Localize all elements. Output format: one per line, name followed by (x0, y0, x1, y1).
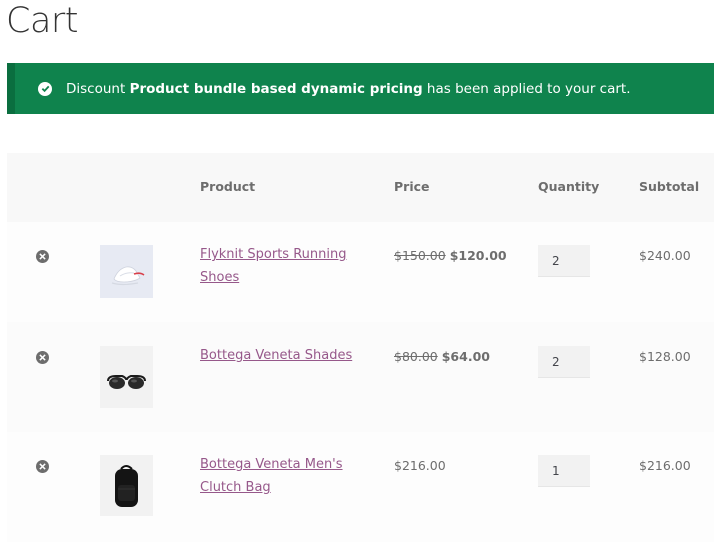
quantity-input[interactable] (538, 245, 590, 277)
table-header: Product Price Quantity Subtotal (7, 153, 714, 222)
sunglasses-image[interactable] (100, 346, 153, 408)
header-quantity: Quantity (538, 179, 600, 194)
check-circle-icon (38, 81, 52, 96)
table-row: Bottega Veneta Men's Clutch Bag $216.00 … (7, 432, 714, 542)
remove-item-icon[interactable] (36, 460, 49, 473)
notice-message: Discount Product bundle based dynamic pr… (66, 80, 631, 97)
regular-price: $150.00 (394, 248, 446, 263)
price-cell: $150.00 $120.00 (394, 248, 507, 263)
page-title: Cart (6, 1, 79, 41)
discount-name: Product bundle based dynamic pricing (129, 80, 423, 97)
product-link[interactable]: Bottega Veneta Men's Clutch Bag (200, 453, 370, 499)
regular-price: $80.00 (394, 349, 438, 364)
table-row: Bottega Veneta Shades $80.00 $64.00 $128… (7, 322, 714, 432)
product-link[interactable]: Flyknit Sports Running Shoes (200, 243, 370, 289)
subtotal-cell: $128.00 (639, 349, 691, 364)
sale-price: $120.00 (449, 248, 507, 263)
cart-table: Product Price Quantity Subtotal Flyknit … (7, 153, 714, 542)
price-cell: $80.00 $64.00 (394, 349, 490, 364)
quantity-input[interactable] (538, 455, 590, 487)
table-row: Flyknit Sports Running Shoes $150.00 $12… (7, 222, 714, 322)
header-product: Product (200, 179, 256, 194)
remove-item-icon[interactable] (36, 250, 49, 263)
running-shoes-image[interactable] (100, 245, 153, 298)
success-notice: Discount Product bundle based dynamic pr… (7, 63, 714, 114)
header-subtotal: Subtotal (639, 179, 700, 194)
header-price: Price (394, 179, 430, 194)
quantity-input[interactable] (538, 346, 590, 378)
subtotal-cell: $216.00 (639, 458, 691, 473)
backpack-image[interactable] (100, 455, 153, 516)
price-cell: $216.00 (394, 458, 446, 473)
remove-item-icon[interactable] (36, 351, 49, 364)
sale-price: $64.00 (441, 349, 490, 364)
subtotal-cell: $240.00 (639, 248, 691, 263)
product-link[interactable]: Bottega Veneta Shades (200, 344, 370, 367)
